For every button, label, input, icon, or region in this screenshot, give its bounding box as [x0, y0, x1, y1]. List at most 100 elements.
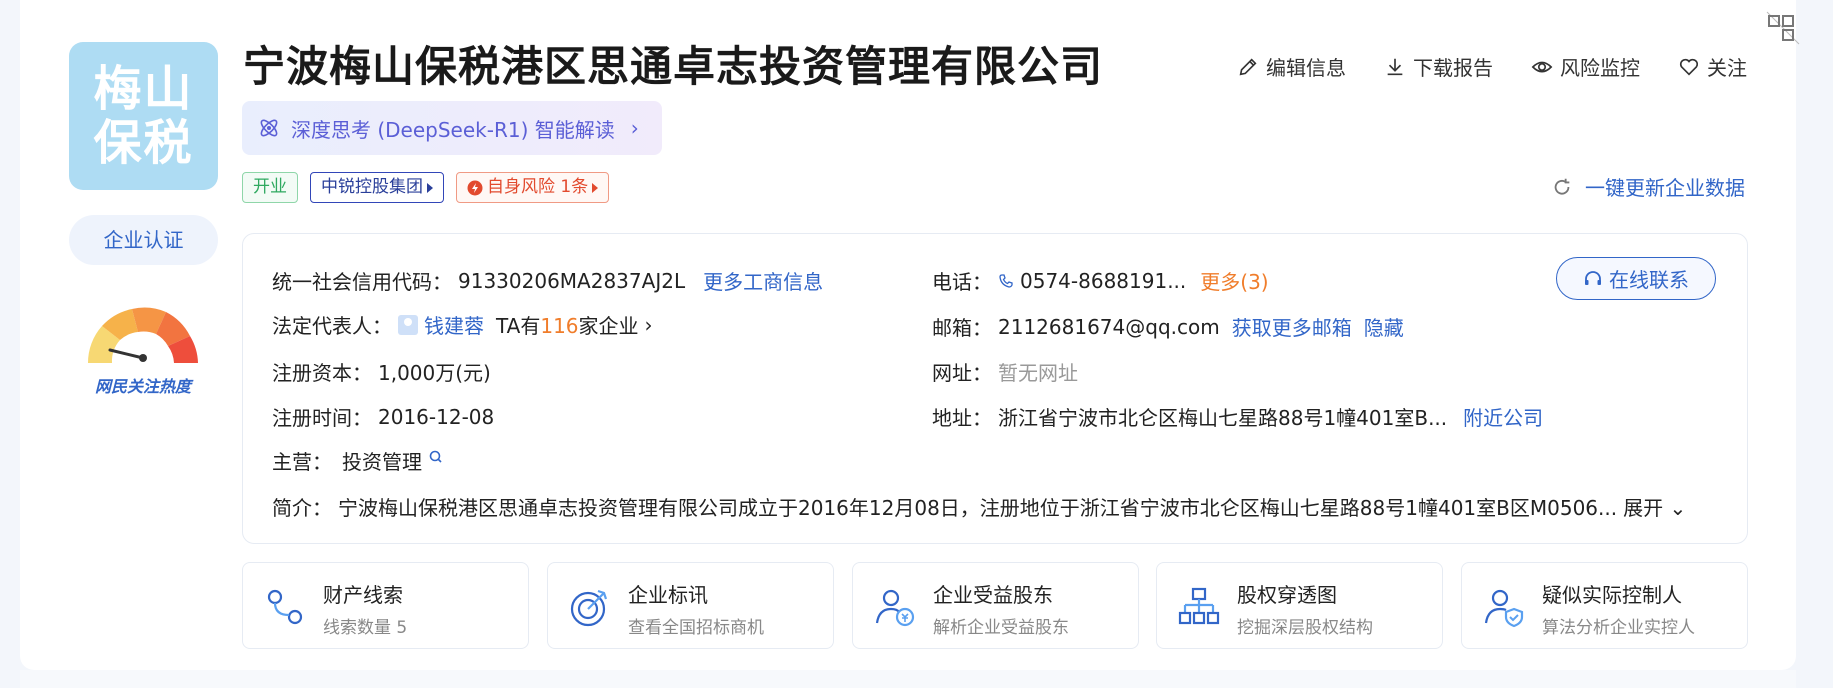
atom-icon: [260, 119, 278, 137]
headset-icon: [1585, 270, 1601, 285]
email-label: 邮箱：: [932, 316, 992, 340]
user-money-icon: [875, 589, 915, 627]
phone-label: 电话：: [932, 270, 992, 294]
reg-date-row: 注册时间： 2016-12-08: [272, 402, 494, 431]
download-icon: [1387, 58, 1403, 75]
ta-suffix: 家企业: [578, 314, 639, 338]
feature-equity-chart[interactable]: 股权穿透图 挖掘深层股权结构: [1156, 562, 1443, 649]
address-label: 地址：: [932, 406, 992, 430]
ai-interpretation-label: 深度思考 (DeepSeek-R1) 智能解读: [291, 117, 615, 142]
enterprise-certification-button[interactable]: 企业认证: [69, 215, 218, 265]
edit-info-label: 编辑信息: [1266, 56, 1346, 80]
nearby-companies-link[interactable]: 附近公司: [1463, 402, 1543, 431]
more-emails-link[interactable]: 获取更多邮箱: [1232, 312, 1352, 341]
phone-more-link[interactable]: 更多(3): [1200, 266, 1268, 295]
credit-code-label: 统一社会信用代码：: [272, 270, 452, 294]
feature-title: 财产线索: [323, 583, 403, 607]
expand-label: 展开: [1623, 496, 1664, 520]
main-business-value: 投资管理: [342, 450, 422, 474]
ai-interpretation-button[interactable]: 深度思考 (DeepSeek-R1) 智能解读 ›: [242, 101, 662, 155]
feature-title: 股权穿透图: [1237, 583, 1337, 607]
capital-value: 1,000万(元): [378, 361, 491, 385]
logo-line-2: 保税: [93, 115, 194, 171]
risk-tag[interactable]: 自身风险 1条: [456, 172, 610, 203]
avatar: [398, 314, 418, 335]
feature-bidding-info[interactable]: 企业标讯 查看全国招标商机: [547, 562, 834, 649]
ta-count: 116: [540, 314, 579, 338]
feature-subtitle: 挖掘深层股权结构: [1237, 618, 1373, 638]
feature-actual-controller[interactable]: 疑似实际控制人 算法分析企业实控人: [1461, 562, 1748, 649]
legal-rep-link[interactable]: 钱建蓉: [424, 310, 484, 339]
hide-email-link[interactable]: 隐藏: [1364, 312, 1404, 341]
header-actions: 编辑信息 下载报告 风险监控 关注: [1237, 52, 1747, 81]
qrcode-icon[interactable]: [1765, 10, 1801, 46]
feature-subtitle: 算法分析企业实控人: [1542, 618, 1695, 638]
reg-date-value: 2016-12-08: [378, 404, 495, 429]
risk-tag-label: 自身风险 1条: [487, 177, 589, 197]
risk-monitor-label: 风险监控: [1560, 56, 1640, 80]
status-tags: 开业 中锐控股集团 自身风险 1条: [242, 172, 610, 203]
feature-title: 企业受益股东: [933, 583, 1053, 607]
refresh-data-button[interactable]: 一键更新企业数据: [1551, 172, 1745, 201]
target-icon: [570, 589, 608, 627]
online-contact-label: 在线联系: [1609, 268, 1689, 292]
lightning-icon: [467, 180, 483, 195]
feature-property-clues[interactable]: 财产线索 线索数量 5: [242, 562, 529, 649]
pencil-icon: [1239, 57, 1257, 75]
feature-subtitle: 线索数量 5: [323, 618, 408, 638]
caret-right-icon: [592, 182, 599, 193]
refresh-data-label: 一键更新企业数据: [1585, 176, 1745, 200]
chevron-right-icon: ›: [630, 116, 639, 140]
group-tag-label: 中锐控股集团: [321, 177, 423, 197]
heat-gauge-label: 网民关注热度: [94, 377, 191, 396]
main-business-row: 主营： 投资管理: [272, 446, 444, 475]
follow-label: 关注: [1707, 56, 1747, 80]
address-value: 浙江省宁波市北仑区梅山七星路88号1幢401室B...: [998, 406, 1448, 430]
reg-date-label: 注册时间：: [272, 406, 372, 430]
group-tag[interactable]: 中锐控股集团: [310, 172, 444, 203]
email-value[interactable]: 2112681674@qq.com: [998, 315, 1220, 339]
ta-companies-link[interactable]: TA有116家企业: [496, 310, 639, 339]
feature-subtitle: 查看全国招标商机: [628, 618, 764, 638]
download-report-label: 下载报告: [1413, 56, 1493, 80]
phone-row: 电话： 0574-8688191... 更多(3): [932, 266, 1269, 295]
org-chart-icon: [1178, 587, 1220, 625]
ta-prefix: TA有: [496, 314, 541, 338]
chevron-down-icon: ⌄: [1669, 496, 1687, 520]
more-business-info-link[interactable]: 更多工商信息: [703, 266, 823, 295]
expand-button[interactable]: 展开 ⌄: [1623, 492, 1686, 521]
intro-text: 宁波梅山保税港区思通卓志投资管理有限公司成立于2016年12月08日，注册地位于…: [338, 496, 1618, 520]
company-logo: 梅山 保税: [69, 42, 218, 190]
intro-row: 简介： 宁波梅山保税港区思通卓志投资管理有限公司成立于2016年12月08日，注…: [272, 492, 1718, 521]
feature-beneficial-owners[interactable]: 企业受益股东 解析企业受益股东: [852, 562, 1139, 649]
capital-label: 注册资本：: [272, 361, 372, 385]
capital-row: 注册资本： 1,000万(元): [272, 357, 491, 386]
credit-code-value: 91330206MA2837AJ2L: [458, 268, 686, 293]
phone-icon: [999, 273, 1013, 288]
website-row: 网址： 暂无网址: [932, 357, 1078, 386]
risk-monitor-button[interactable]: 风险监控: [1531, 52, 1640, 81]
chevron-right-icon: ›: [644, 312, 653, 337]
feature-title: 疑似实际控制人: [1542, 583, 1682, 607]
user-shield-icon: [1484, 589, 1524, 628]
legal-rep-label: 法定代表人：: [272, 314, 392, 338]
edit-info-button[interactable]: 编辑信息: [1237, 52, 1346, 81]
download-report-button[interactable]: 下载报告: [1384, 52, 1493, 81]
online-contact-button[interactable]: 在线联系: [1556, 257, 1716, 300]
address-row: 地址： 浙江省宁波市北仑区梅山七星路88号1幢401室B... 附近公司: [932, 402, 1543, 431]
main-business-label: 主营：: [272, 450, 332, 474]
heart-icon: [1679, 58, 1699, 76]
search-icon[interactable]: [428, 449, 444, 465]
page-bottom-strip: [20, 670, 1796, 688]
phone-value[interactable]: 0574-8688191...: [1020, 269, 1186, 293]
feature-title: 企业标讯: [628, 583, 708, 607]
follow-button[interactable]: 关注: [1678, 52, 1747, 81]
legal-rep-row: 法定代表人： 钱建蓉 TA有116家企业 ›: [272, 310, 653, 339]
intro-label: 简介：: [272, 496, 332, 520]
link-chain-icon: [267, 589, 303, 625]
refresh-icon: [1554, 178, 1570, 195]
eye-icon: [1531, 61, 1553, 72]
credit-code-row: 统一社会信用代码： 91330206MA2837AJ2L 更多工商信息: [272, 266, 823, 295]
website-value: 暂无网址: [998, 361, 1078, 385]
email-row: 邮箱： 2112681674@qq.com 获取更多邮箱 隐藏: [932, 312, 1404, 341]
